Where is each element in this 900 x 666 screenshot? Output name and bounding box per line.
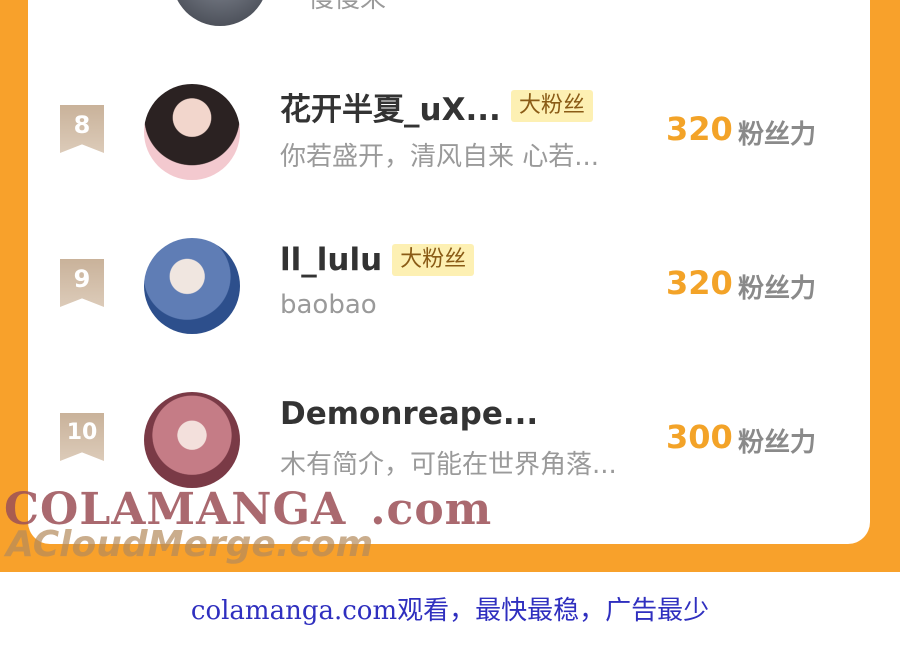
rank-ribbon-badge: 10 [60, 413, 104, 461]
footer-caption: colamanga.com观看，最快最稳，广告最少 [190, 596, 710, 626]
fan-power-value: 320 [666, 264, 733, 302]
avatar[interactable] [172, 0, 268, 26]
fan-row[interactable]: 9 ll_lulu 大粉丝 baobao 320 粉丝力 [28, 238, 870, 368]
fan-power-unit: 粉丝力 [738, 274, 817, 304]
fan-bio: 你若盛开，清风自来 心若... [280, 142, 600, 172]
fan-power-value: 300 [666, 418, 733, 456]
fan-ranking-card: 慢慢来 8 花开半夏_uX... 大粉丝 你若盛开，清风自来 心若... 320… [28, 0, 870, 544]
acloudmerge-watermark: ACloudMerge.com [6, 524, 374, 565]
fan-level-badge: 大粉丝 [510, 90, 593, 122]
fan-name[interactable]: ll_lulu [280, 242, 382, 278]
fan-level-badge: 大粉丝 [392, 244, 475, 276]
avatar[interactable] [144, 238, 240, 334]
fan-power-unit: 粉丝力 [738, 428, 817, 458]
avatar[interactable] [144, 84, 240, 180]
fan-name[interactable]: Demonreape... [280, 396, 538, 432]
avatar[interactable] [144, 392, 240, 488]
rank-ribbon-badge: 8 [60, 105, 104, 153]
fan-power-value: 320 [666, 110, 733, 148]
fan-row[interactable]: 8 花开半夏_uX... 大粉丝 你若盛开，清风自来 心若... 320 粉丝力 [28, 84, 870, 214]
fan-name[interactable]: 花开半夏_uX... [280, 84, 501, 129]
fan-bio: 慢慢来 [308, 0, 386, 15]
rank-ribbon-badge: 9 [60, 259, 104, 307]
fan-bio: baobao [280, 290, 377, 320]
fan-power-unit: 粉丝力 [738, 120, 817, 150]
fan-bio: 木有简介，可能在世界角落... [280, 450, 617, 480]
